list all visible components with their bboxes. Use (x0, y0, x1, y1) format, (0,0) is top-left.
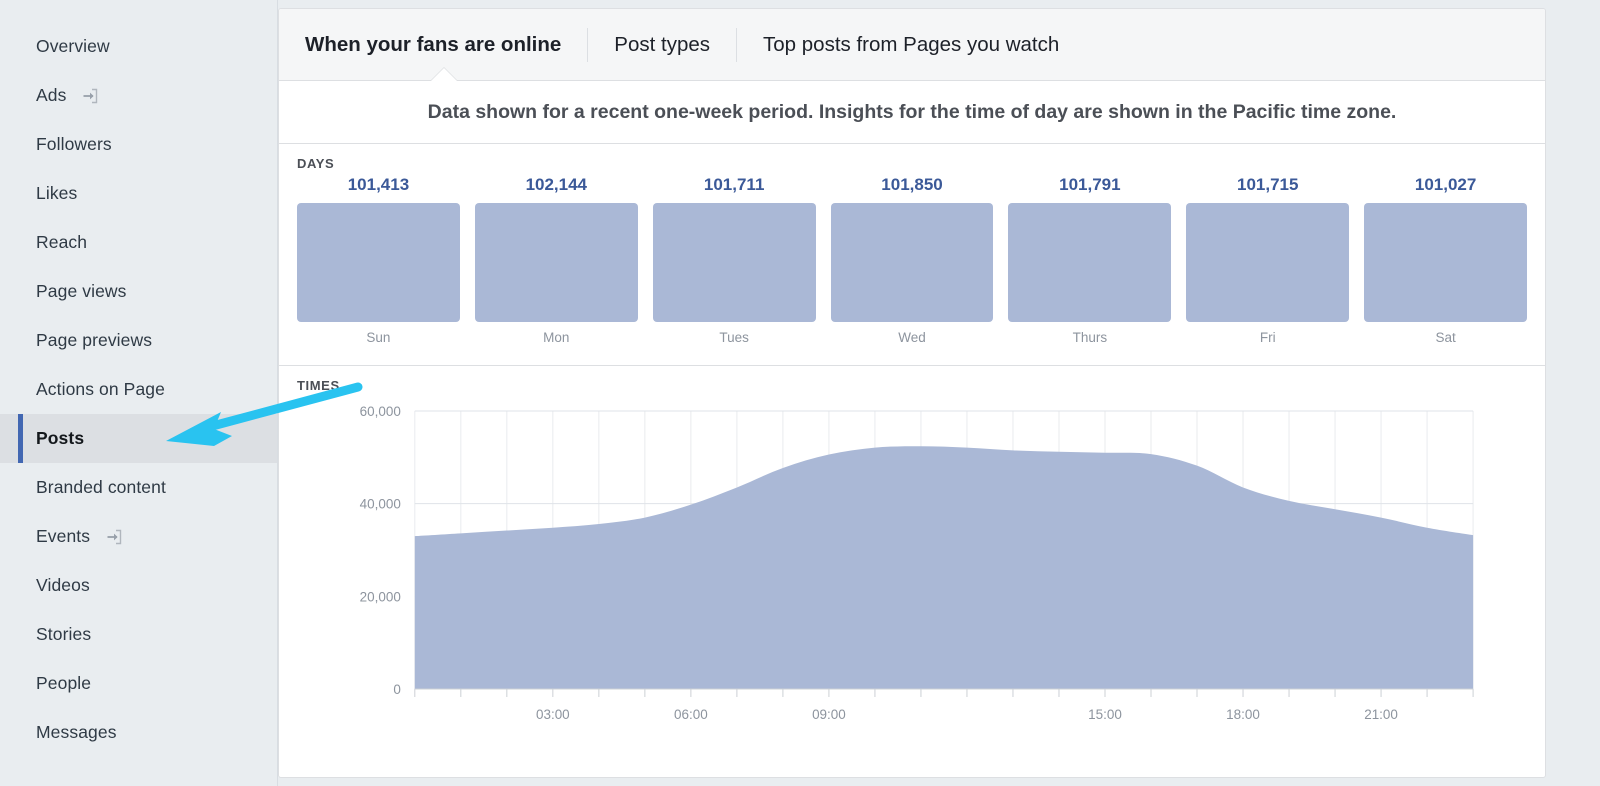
sidebar-item-stories[interactable]: Stories (0, 610, 277, 659)
tab-label: Post types (614, 32, 711, 56)
day-bar[interactable] (474, 203, 638, 322)
tab-post-types[interactable]: Post types (588, 28, 736, 62)
times-area-chart: 0 20,000 40,000 60,000 03:00 06:00 09:00 15:00 1… (297, 399, 1527, 729)
day-column[interactable]: 101,715 Fri (1186, 175, 1350, 345)
sidebar-item-overview[interactable]: Overview (0, 22, 277, 71)
external-link-icon (80, 86, 100, 106)
sidebar-item-videos[interactable]: Videos (0, 561, 277, 610)
sidebar-item-page-views[interactable]: Page views (0, 267, 277, 316)
day-value-label: 101,850 (881, 175, 943, 194)
y-axis-tick-label: 40,000 (360, 497, 401, 512)
sidebar-item-posts[interactable]: Posts (0, 414, 277, 463)
day-value-label: 101,711 (703, 175, 765, 194)
day-column[interactable]: 101,027 Sat (1364, 175, 1528, 345)
day-bar[interactable] (297, 203, 460, 322)
y-axis-tick-label: 20,000 (360, 589, 401, 604)
day-bar[interactable] (1008, 203, 1172, 322)
sidebar-item-followers[interactable]: Followers (0, 120, 277, 169)
sidebar-item-label: Branded content (36, 477, 166, 497)
active-tab-caret-icon (431, 68, 457, 81)
sidebar-item-reach[interactable]: Reach (0, 218, 277, 267)
day-axis-label: Mon (543, 330, 570, 345)
y-axis-tick-label: 60,000 (360, 404, 401, 419)
day-bar[interactable] (652, 203, 816, 322)
day-bar[interactable] (1186, 203, 1350, 322)
day-bar[interactable] (1364, 203, 1528, 322)
tab-bar: When your fans are online Post types Top… (279, 9, 1545, 81)
sidebar-item-label: Events (36, 526, 91, 546)
x-axis-tick-label: 06:00 (674, 707, 708, 722)
tab-top-posts-from-pages-you-watch[interactable]: Top posts from Pages you watch (737, 28, 1085, 62)
y-axis-tick-label: 0 (393, 682, 400, 697)
sidebar-item-messages[interactable]: Messages (0, 708, 277, 757)
day-column[interactable]: 101,711 Tues (652, 175, 816, 345)
tab-label: Top posts from Pages you watch (763, 32, 1060, 56)
sidebar-item-label: People (36, 673, 92, 693)
day-value-label: 101,791 (1059, 175, 1121, 194)
tab-label: When your fans are online (305, 32, 562, 56)
sidebar-item-label: Likes (36, 183, 78, 203)
day-column[interactable]: 101,850 Wed (830, 175, 994, 345)
x-axis-tick-label: 09:00 (812, 707, 846, 722)
sidebar-item-label: Videos (36, 575, 90, 595)
sidebar-item-label: Messages (36, 722, 117, 742)
sidebar-item-page-previews[interactable]: Page previews (0, 316, 277, 365)
day-value-label: 102,144 (525, 175, 588, 194)
sidebar-item-likes[interactable]: Likes (0, 169, 277, 218)
sidebar-item-label: Actions on Page (36, 379, 165, 399)
external-link-icon (104, 527, 124, 547)
day-axis-label: Fri (1259, 330, 1276, 345)
sidebar-item-label: Overview (36, 36, 110, 56)
insights-page: Overview Ads Followers Likes Reach Page … (0, 0, 1600, 786)
sidebar-item-events[interactable]: Events (0, 512, 277, 561)
day-axis-label: Thurs (1072, 330, 1108, 345)
sidebar-item-label: Page views (36, 281, 127, 301)
day-column[interactable]: 101,413 Sun (297, 175, 460, 345)
sidebar-item-label: Reach (36, 232, 88, 252)
day-column[interactable]: 102,144 Mon (474, 175, 638, 345)
sidebar-item-label: Stories (36, 624, 92, 644)
day-axis-label: Sat (1435, 330, 1456, 345)
day-value-label: 101,715 (1237, 175, 1299, 194)
x-axis-tick-label: 21:00 (1364, 707, 1398, 722)
x-axis-tick-label: 03:00 (536, 707, 570, 722)
main-content: When your fans are online Post types Top… (278, 0, 1600, 786)
sidebar-item-actions-on-page[interactable]: Actions on Page (0, 365, 277, 414)
days-section-title: DAYS (297, 156, 335, 171)
day-bar[interactable] (830, 203, 994, 322)
times-section: TIMES 0 20,000 40,000 60,000 03:00 06:00 09:00… (279, 366, 1545, 777)
insights-panel: When your fans are online Post types Top… (278, 8, 1546, 778)
sidebar-item-label: Page previews (36, 330, 153, 350)
sidebar-item-branded-content[interactable]: Branded content (0, 463, 277, 512)
info-banner-text: Data shown for a recent one-week period.… (427, 100, 1397, 123)
sidebar-item-label: Ads (36, 85, 67, 105)
times-section-title: TIMES (297, 378, 340, 393)
x-axis-tick-label: 15:00 (1088, 707, 1122, 722)
day-column[interactable]: 101,791 Thurs (1008, 175, 1172, 345)
sidebar-item-label: Followers (36, 134, 112, 154)
day-axis-label: Wed (898, 330, 926, 345)
sidebar-nav: Overview Ads Followers Likes Reach Page … (0, 0, 278, 786)
x-axis-tick-label: 18:00 (1226, 707, 1260, 722)
days-bar-chart: 101,413 Sun 102,144 Mon 101,711 Tues 101,850 We… (297, 175, 1528, 345)
days-section: DAYS 101,413 Sun 102,144 Mon 101,711 Tues 101,… (279, 144, 1545, 366)
day-value-label: 101,027 (1414, 175, 1477, 194)
times-area-fill (414, 446, 1474, 689)
day-axis-label: Sun (366, 330, 391, 345)
times-chart-svg: 0 20,000 40,000 60,000 03:00 06:00 09:00 15:00 1… (360, 404, 1474, 722)
sidebar-item-people[interactable]: People (0, 659, 277, 708)
sidebar-item-label: Posts (36, 428, 85, 448)
sidebar-item-ads[interactable]: Ads (0, 71, 277, 120)
day-value-label: 101,413 (347, 175, 410, 194)
day-axis-label: Tues (719, 330, 749, 345)
info-banner: Data shown for a recent one-week period.… (279, 81, 1545, 144)
tab-when-your-fans-are-online[interactable]: When your fans are online (305, 28, 587, 62)
